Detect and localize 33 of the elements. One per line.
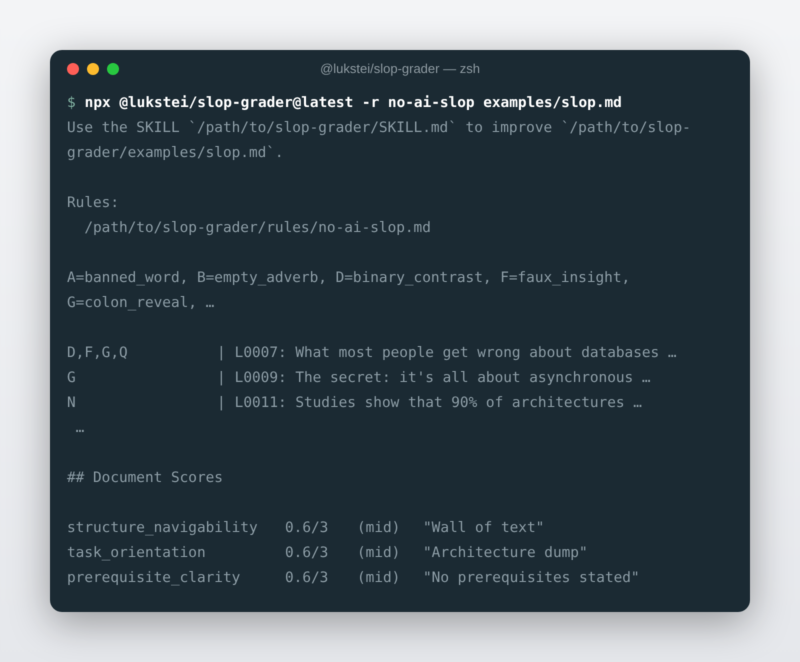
score-value: 0.6/3	[285, 544, 330, 563]
score-rating-label: (mid)	[357, 519, 402, 538]
output-line: A=banned_word, B=empty_adverb, D=binary_contrast, F=faux_insight, G=colon_reveal, …	[67, 269, 632, 313]
command-text: npx @lukstei/slop-grader@latest -r no-ai-slop examples/slop.md	[84, 94, 622, 113]
maximize-button[interactable]	[107, 63, 119, 75]
score-rating-label: (mid)	[357, 544, 402, 563]
rule-codes: N	[67, 394, 77, 413]
score-value: 0.6/3	[285, 569, 330, 588]
rule-codes: G	[67, 369, 77, 388]
score-note: "No prerequisites stated"	[423, 569, 640, 588]
separator: |	[217, 394, 226, 413]
finding-text: L0009: The secret: it's all about asynchronous …	[234, 369, 651, 388]
output-line: /path/to/slop-grader/rules/no-ai-slop.md	[83, 219, 432, 238]
score-name: prerequisite_clarity	[67, 569, 242, 588]
minimize-button[interactable]	[87, 63, 99, 75]
finding-text: L0007: What most people get wrong about databases …	[234, 344, 677, 363]
output-line: …	[74, 419, 86, 438]
score-name: structure_navigability	[67, 519, 259, 538]
window-title: @lukstei/slop-grader — zsh	[320, 60, 480, 78]
score-note: "Architecture dump"	[423, 544, 588, 563]
output-line: Rules:	[67, 194, 120, 213]
finding-text: L0011: Studies show that 90% of architectures …	[234, 394, 642, 413]
prompt-symbol: $	[67, 94, 76, 113]
score-name: task_orientation	[67, 544, 207, 563]
output-line: ## Document Scores	[67, 469, 224, 488]
score-value: 0.6/3	[285, 519, 330, 538]
score-note: "Wall of text"	[423, 519, 544, 538]
close-button[interactable]	[67, 63, 79, 75]
separator: |	[217, 344, 226, 363]
separator: |	[217, 369, 226, 388]
score-rating-label: (mid)	[357, 569, 402, 588]
rule-codes: D,F,G,Q	[67, 344, 129, 363]
output-line: Use the SKILL `/path/to/slop-grader/SKILL.md` to improve `/path/to/slop-grader/examples/slop.md`.	[67, 119, 692, 163]
